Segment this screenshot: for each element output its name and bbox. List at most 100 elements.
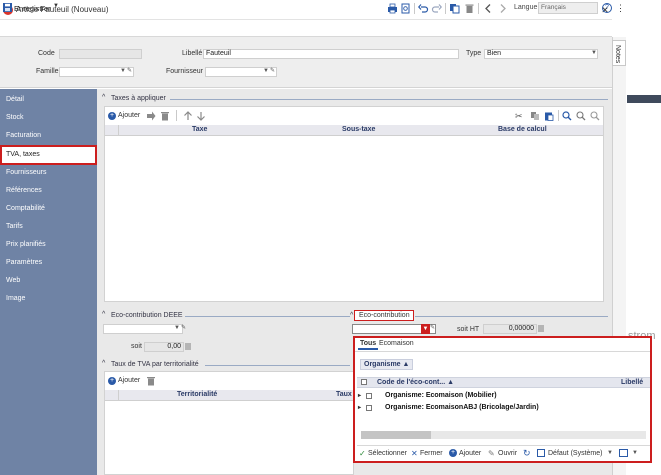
type-select[interactable]: Bien — [484, 49, 598, 59]
libelle-input[interactable]: Fauteuil — [203, 49, 459, 59]
scrollbar-thumb[interactable] — [361, 431, 431, 439]
close-popup-button[interactable]: Fermer — [420, 450, 443, 457]
eco-edit-icon[interactable]: ✎ — [430, 324, 435, 331]
save-icon[interactable] — [3, 3, 12, 12]
search-clear-icon[interactable] — [590, 111, 600, 121]
preview-icon[interactable] — [400, 3, 411, 14]
view-icon[interactable] — [537, 449, 545, 457]
eco-collapse-icon[interactable]: ^ — [350, 312, 353, 319]
eco-dropdown-icon[interactable]: ▼ — [421, 324, 430, 334]
deee-soit-value: 0,00 — [144, 342, 184, 352]
taxes-add-icon[interactable]: + — [108, 112, 116, 120]
sidebar-item-fournisseurs[interactable]: Fournisseurs — [6, 169, 46, 176]
save-dropdown-icon[interactable]: ▼ — [53, 3, 59, 9]
sidebar-item-image[interactable]: Image — [6, 295, 25, 302]
popup-column-code[interactable]: Code de l'éco-cont... ▲ — [377, 379, 454, 386]
redo-icon[interactable] — [431, 3, 442, 14]
sidebar-item-references[interactable]: Références — [6, 187, 42, 194]
undo-icon[interactable] — [418, 3, 429, 14]
sidebar-item-parametres[interactable]: Paramètres — [6, 259, 42, 266]
taxes-add-button[interactable]: Ajouter — [118, 112, 140, 119]
tva-collapse-icon[interactable]: ^ — [102, 360, 105, 367]
tva-column-taux[interactable]: Taux — [336, 391, 352, 398]
taxes-move-icon[interactable] — [146, 111, 156, 121]
popup-column-libelle[interactable]: Libellé — [621, 379, 643, 386]
expand-icon[interactable]: ▸ — [358, 404, 361, 411]
famille-dropdown-icon[interactable]: ▼ — [120, 68, 126, 74]
type-dropdown-icon[interactable]: ▼ — [591, 50, 597, 56]
taxes-collapse-icon[interactable]: ^ — [102, 94, 105, 101]
sidebar-item-prix-planifies[interactable]: Prix planifiés — [6, 241, 46, 248]
copy-icon[interactable] — [530, 111, 540, 121]
sidebar-item-comptabilite[interactable]: Comptabilité — [6, 205, 45, 212]
add-icon[interactable]: + — [449, 449, 457, 457]
more-dropdown-icon[interactable]: ▼ — [632, 450, 638, 456]
toolbar-separator — [558, 110, 559, 121]
fournisseur-edit-icon[interactable]: ✎ — [270, 67, 275, 74]
list-item[interactable]: ▸ Organisme: EcomaisonABJ (Bricolage/Jar… — [357, 403, 650, 415]
toolbar — [0, 20, 612, 37]
sidebar-item-tarifs[interactable]: Tarifs — [6, 223, 23, 230]
view-select[interactable]: Défaut (Système) — [548, 450, 602, 457]
print-icon[interactable] — [387, 3, 398, 14]
tva-delete-icon[interactable] — [146, 376, 156, 386]
add-button[interactable]: Ajouter — [459, 450, 481, 457]
sidebar-item-detail[interactable]: Détail — [6, 96, 24, 103]
famille-edit-icon[interactable]: ✎ — [127, 67, 132, 74]
sidebar-item-tva-taxes[interactable]: TVA, taxes — [6, 151, 40, 158]
expand-icon[interactable]: ▸ — [358, 392, 361, 399]
calculator-icon[interactable] — [538, 325, 544, 332]
close-icon[interactable]: ✕ — [411, 449, 418, 458]
list-item[interactable]: ▸ Organisme: Ecomaison (Mobilier) — [357, 391, 650, 403]
cut-icon[interactable]: ✂ — [515, 111, 523, 122]
popup-tab-tous[interactable]: Tous — [358, 340, 379, 350]
language-label: Langue — [514, 4, 538, 11]
paste-icon[interactable] — [544, 111, 554, 121]
sort-asc-icon[interactable]: ▲ — [403, 361, 410, 368]
tva-column-territorialite[interactable]: Territorialité — [177, 391, 217, 398]
refresh-icon[interactable]: ↻ — [523, 448, 531, 459]
sidebar-item-facturation[interactable]: Facturation — [6, 132, 41, 139]
taxes-section-title: Taxes à appliquer — [111, 95, 166, 102]
move-up-icon[interactable] — [183, 111, 193, 121]
next-icon[interactable] — [497, 3, 508, 14]
taxes-column-sous-taxe[interactable]: Sous-taxe — [342, 126, 375, 133]
row-checkbox[interactable] — [366, 393, 372, 399]
group-by-chip[interactable]: Organisme ▲ — [360, 359, 414, 370]
help-icon[interactable]: ? — [602, 3, 612, 13]
fournisseur-dropdown-icon[interactable]: ▼ — [263, 68, 269, 74]
duplicate-icon[interactable] — [449, 3, 460, 14]
sidebar-item-stock[interactable]: Stock — [6, 114, 24, 121]
code-input[interactable] — [59, 49, 142, 59]
tva-add-icon[interactable]: + — [108, 377, 116, 385]
sidebar-item-web[interactable]: Web — [6, 277, 20, 284]
deee-edit-icon[interactable]: ✎ — [181, 324, 186, 331]
taxes-column-base-calcul[interactable]: Base de calcul — [498, 126, 547, 133]
grid-settings-icon[interactable] — [619, 449, 628, 457]
select-all-checkbox[interactable] — [361, 379, 367, 385]
deee-collapse-icon[interactable]: ^ — [102, 311, 105, 318]
tva-add-button[interactable]: Ajouter — [118, 377, 140, 384]
taxes-column-taxe[interactable]: Taxe — [192, 126, 207, 133]
pencil-icon[interactable]: ✎ — [488, 449, 495, 458]
save-button[interactable]: Enregistrer — [14, 4, 51, 13]
search-icon[interactable] — [562, 111, 572, 121]
calculator-icon[interactable] — [185, 343, 191, 350]
delete-icon[interactable] — [464, 3, 475, 14]
language-select[interactable]: Français — [538, 2, 598, 14]
more-options-icon[interactable]: ⋮ — [616, 3, 625, 14]
select-button[interactable]: Sélectionner — [368, 450, 407, 457]
check-icon[interactable]: ✓ — [359, 449, 366, 458]
taxes-delete-icon[interactable] — [160, 111, 170, 121]
popup-tab-ecomaison[interactable]: Ecomaison — [379, 340, 414, 347]
open-button[interactable]: Ouvrir — [498, 450, 517, 457]
notes-label: Notes — [614, 45, 621, 64]
deee-dropdown-icon[interactable]: ▼ — [174, 325, 180, 331]
zoom-out-icon[interactable] — [576, 111, 586, 121]
view-dropdown-icon[interactable]: ▼ — [607, 450, 613, 456]
deee-select[interactable] — [103, 324, 183, 334]
previous-icon[interactable] — [483, 3, 494, 14]
sort-asc-icon[interactable]: ▲ — [445, 379, 454, 386]
move-down-icon[interactable] — [196, 111, 206, 121]
row-checkbox[interactable] — [366, 405, 372, 411]
